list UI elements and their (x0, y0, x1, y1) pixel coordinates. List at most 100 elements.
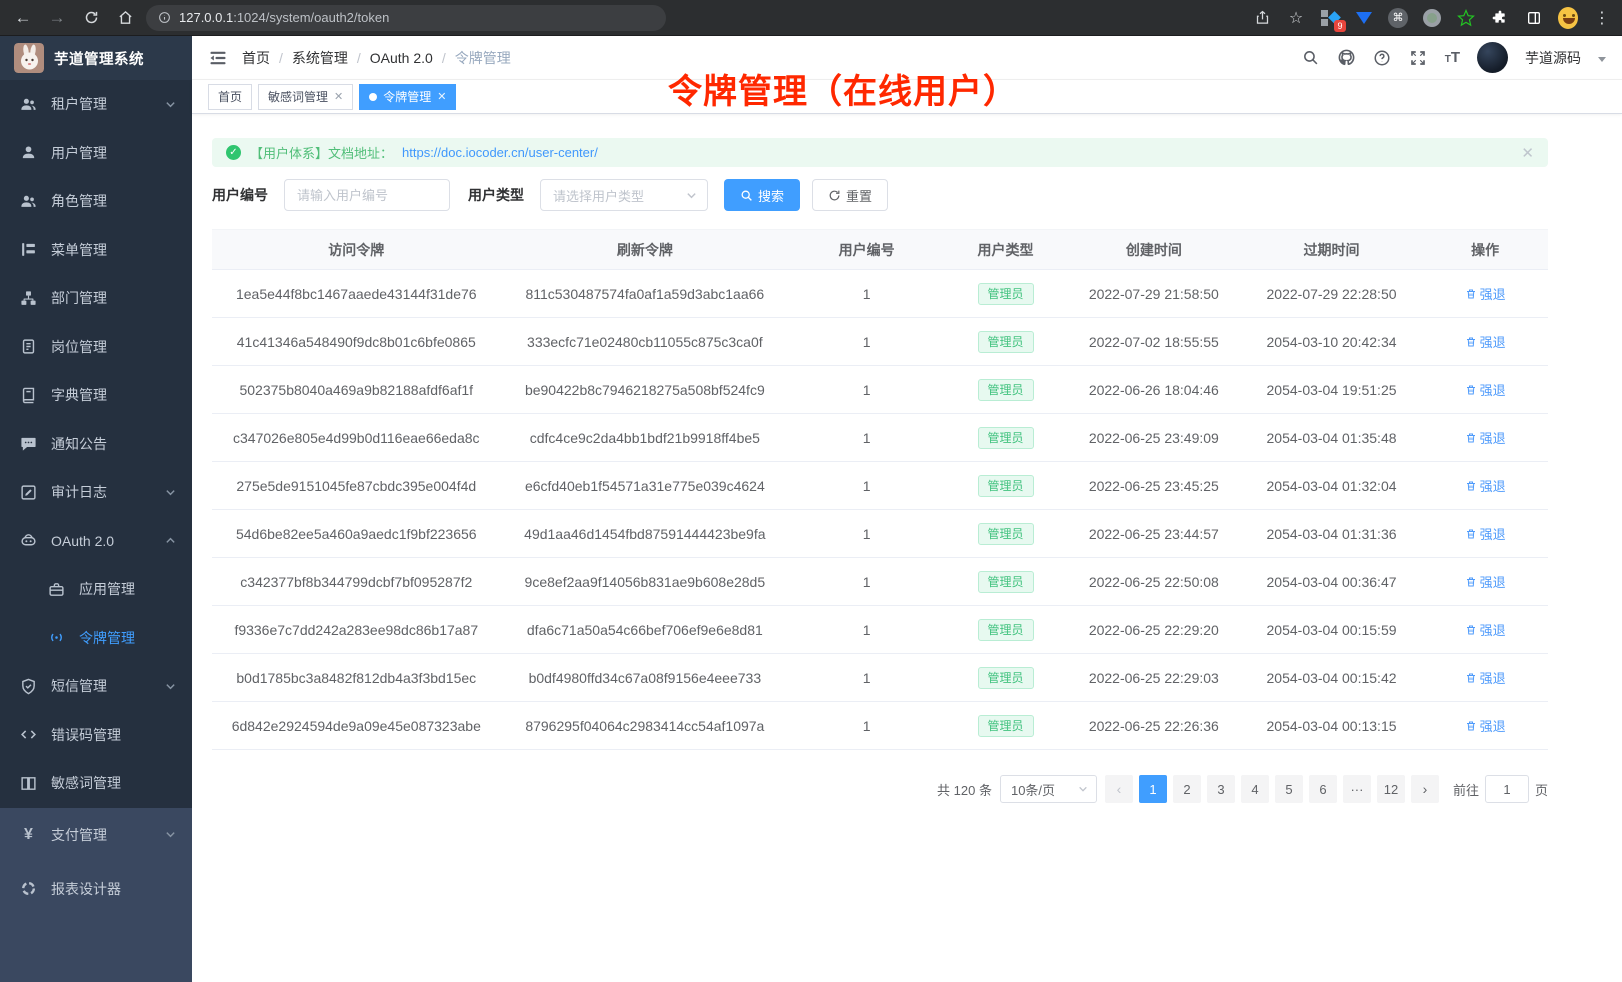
user-avatar[interactable] (1477, 42, 1508, 73)
token-table-body: 1ea5e44f8bc1467aaede43144f31de76 811c530… (212, 270, 1548, 750)
tab-home[interactable]: 首页 (208, 84, 252, 110)
actions-cell: 强退 (1422, 558, 1548, 606)
alert-close-icon[interactable]: ✕ (1521, 144, 1534, 162)
page-number-button[interactable]: 12 (1377, 775, 1405, 803)
page-number-button[interactable]: 6 (1309, 775, 1337, 803)
reset-button[interactable]: 重置 (812, 179, 888, 211)
page-size-select[interactable]: 10条/页 (1000, 775, 1097, 803)
actions-cell: 强退 (1422, 270, 1548, 318)
sidebar-item-user[interactable]: 用户管理 (0, 129, 192, 178)
browser-back-icon[interactable]: ← (10, 5, 36, 31)
access-token-cell: c342377bf8b344799dcbf7bf095287f2 (212, 558, 501, 606)
force-logout-button[interactable]: 强退 (1465, 716, 1506, 735)
site-info-icon[interactable] (158, 11, 171, 24)
page-number-button[interactable]: 3 (1207, 775, 1235, 803)
browser-reload-icon[interactable] (78, 5, 104, 31)
chevron-up-icon (165, 535, 176, 546)
user-id-cell: 1 (789, 366, 944, 414)
page-number-button[interactable]: 4 (1241, 775, 1269, 803)
sidebar-item-menu[interactable]: 菜单管理 (0, 226, 192, 275)
extension-star-icon[interactable] (1456, 8, 1476, 28)
profile-avatar-emoji[interactable] (1558, 8, 1578, 28)
created-cell: 2022-06-25 23:49:09 (1067, 414, 1241, 462)
table-row: 502375b8040a469a9b82188afdf6af1f be90422… (212, 366, 1548, 414)
sidebar-item-tenant[interactable]: 租户管理 (0, 80, 192, 129)
browser-home-icon[interactable] (112, 5, 138, 31)
tab-close-icon[interactable]: ✕ (334, 90, 343, 103)
extension-command-icon[interactable]: ⌘ (1388, 8, 1408, 28)
table-row: c342377bf8b344799dcbf7bf095287f2 9ce8ef2… (212, 558, 1548, 606)
sidebar-item-notice[interactable]: 通知公告 (0, 420, 192, 469)
force-logout-button[interactable]: 强退 (1465, 668, 1506, 687)
sidebar-item-audit-log[interactable]: 审计日志 (0, 468, 192, 517)
address-bar[interactable]: 127.0.0.1:1024/system/oauth2/token (146, 5, 666, 31)
trash-icon (1465, 384, 1477, 396)
force-logout-button[interactable]: 强退 (1465, 380, 1506, 399)
tab-token[interactable]: 令牌管理✕ (359, 84, 456, 110)
breadcrumb-home[interactable]: 首页 (242, 48, 270, 68)
sidebar-item-errorcode[interactable]: 错误码管理 (0, 711, 192, 760)
user-id-cell: 1 (789, 654, 944, 702)
share-icon[interactable] (1252, 8, 1272, 28)
user-id-cell: 1 (789, 510, 944, 558)
sidebar-item-oauth2[interactable]: OAuth 2.0 (0, 517, 192, 566)
force-logout-button[interactable]: 强退 (1465, 332, 1506, 351)
force-logout-button[interactable]: 强退 (1465, 620, 1506, 639)
bookmark-star-icon[interactable]: ☆ (1286, 8, 1306, 28)
search-icon[interactable] (1301, 48, 1320, 67)
browser-menu-icon[interactable]: ⋮ (1592, 8, 1612, 28)
prev-page-button[interactable]: ‹ (1105, 775, 1133, 803)
side-panel-icon[interactable] (1524, 8, 1544, 28)
search-button[interactable]: 搜索 (724, 179, 800, 211)
sidebar-item-dept[interactable]: 部门管理 (0, 274, 192, 323)
page-ellipsis-button[interactable]: ··· (1343, 775, 1371, 803)
extension-gem-icon[interactable] (1354, 8, 1374, 28)
extension-recorder-icon[interactable] (1422, 8, 1442, 28)
token-table: 访问令牌 刷新令牌 用户编号 用户类型 创建时间 过期时间 操作 1ea5e44… (212, 229, 1548, 750)
force-logout-button[interactable]: 强退 (1465, 524, 1506, 543)
user-menu-caret-icon[interactable] (1598, 57, 1606, 62)
sidebar-item-oauth-app[interactable]: 应用管理 (0, 565, 192, 614)
help-icon[interactable] (1373, 48, 1392, 67)
user-id-cell: 1 (789, 702, 944, 750)
sidebar-item-post[interactable]: 岗位管理 (0, 323, 192, 372)
browser-forward-icon[interactable]: → (44, 5, 70, 31)
sidebar-item-role[interactable]: 角色管理 (0, 177, 192, 226)
tab-sensitive-word[interactable]: 敏感词管理✕ (258, 84, 353, 110)
breadcrumb-oauth[interactable]: OAuth 2.0 (370, 50, 433, 66)
page-number-button[interactable]: 5 (1275, 775, 1303, 803)
user-type-cell: 管理员 (944, 318, 1067, 366)
github-icon[interactable] (1337, 48, 1356, 67)
sidebar-collapse-icon[interactable] (208, 48, 228, 68)
user-type-badge: 管理员 (978, 475, 1034, 497)
font-size-icon[interactable]: TT (1445, 49, 1460, 66)
trash-icon (1465, 720, 1477, 732)
force-logout-button[interactable]: 强退 (1465, 428, 1506, 447)
page-number-button[interactable]: 2 (1173, 775, 1201, 803)
edit-log-icon (20, 484, 37, 501)
breadcrumb-system[interactable]: 系统管理 (292, 48, 348, 68)
username-label[interactable]: 芋道源码 (1525, 48, 1581, 68)
fullscreen-icon[interactable] (1409, 48, 1428, 67)
goto-page-input[interactable] (1485, 775, 1529, 803)
sidebar-item-sms[interactable]: 短信管理 (0, 662, 192, 711)
sidebar-item-report-designer[interactable]: 报表设计器 (0, 862, 192, 916)
force-logout-button[interactable]: 强退 (1465, 572, 1506, 591)
user-type-select[interactable]: 请选择用户类型 (540, 179, 708, 211)
force-logout-button[interactable]: 强退 (1465, 476, 1506, 495)
doc-link[interactable]: https://doc.iocoder.cn/user-center/ (402, 145, 598, 160)
next-page-button[interactable]: › (1411, 775, 1439, 803)
extension-snippets-icon[interactable]: 9 (1320, 8, 1340, 28)
expires-cell: 2054-03-10 20:42:34 (1241, 318, 1423, 366)
extensions-puzzle-icon[interactable] (1490, 8, 1510, 28)
user-id-input[interactable] (284, 179, 450, 211)
tab-close-icon[interactable]: ✕ (437, 90, 446, 103)
page-number-button[interactable]: 1 (1139, 775, 1167, 803)
user-type-badge: 管理员 (978, 379, 1034, 401)
sidebar-item-pay[interactable]: ¥ 支付管理 (0, 808, 192, 862)
sidebar-item-sensitive-word[interactable]: 敏感词管理 (0, 759, 192, 808)
sidebar-item-dict[interactable]: 字典管理 (0, 371, 192, 420)
app-logo[interactable]: 芋道管理系统 (0, 36, 192, 80)
force-logout-button[interactable]: 强退 (1465, 284, 1506, 303)
sidebar-item-oauth-token[interactable]: 令牌管理 (0, 614, 192, 663)
